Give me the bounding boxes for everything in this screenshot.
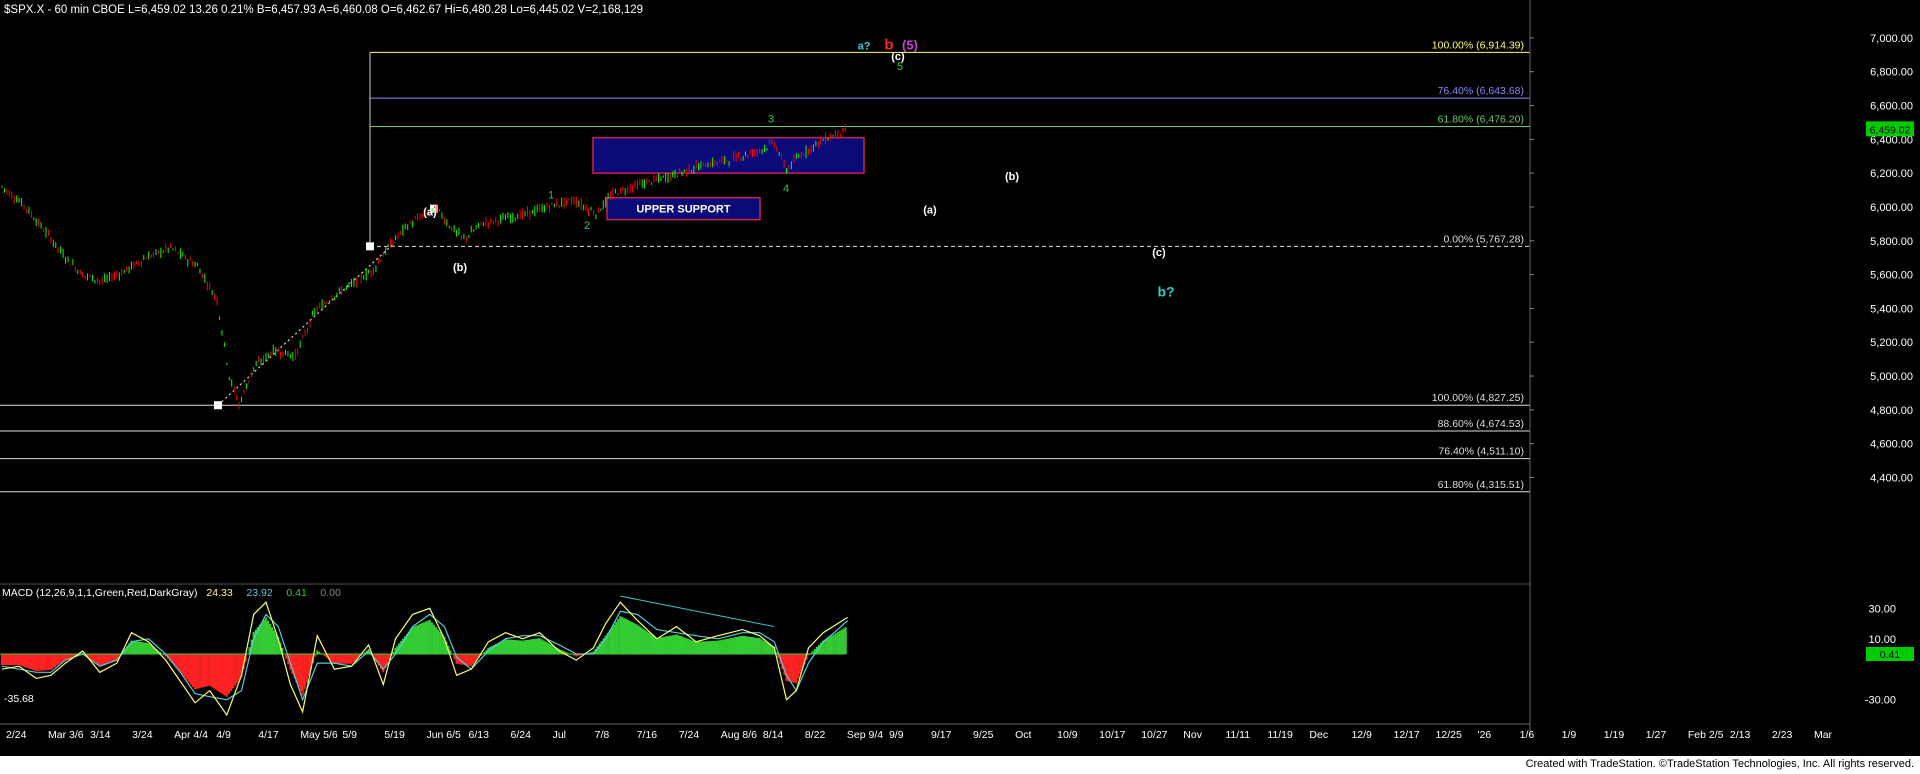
x-tick-label: Sep 9/4 (847, 729, 883, 741)
x-tick-label: 6/24 (511, 729, 532, 741)
macd-legend-item: 0.00 (320, 587, 341, 599)
fib-level-label: 61.80% (4,315.51) (1438, 479, 1524, 491)
x-tick-label: 2/13 (1730, 729, 1751, 741)
x-tick-label: 2/23 (1772, 729, 1793, 741)
wave-label: (a) (923, 205, 937, 217)
fib-level-label: 100.00% (6,914.39) (1432, 39, 1524, 51)
x-tick-label: 12/25 (1436, 729, 1462, 741)
symbol-header: $SPX.X - 60 min CBOE L=6,459.02 13.26 0.… (4, 4, 643, 16)
x-tick-label: 5/19 (384, 729, 405, 741)
x-tick-label: 7/24 (679, 729, 700, 741)
support-zone-box (592, 136, 865, 174)
wave-label: (a) (423, 206, 437, 218)
x-tick-label: 5/9 (342, 729, 357, 741)
x-tick-label: Apr 4/4 (174, 729, 208, 741)
wave-label: b? (1157, 284, 1174, 300)
fib-anchor-marker (366, 242, 374, 251)
x-tick-label: Jul (553, 729, 566, 741)
x-tick-label: 10/17 (1099, 729, 1125, 741)
x-tick-label: Mar (1814, 729, 1833, 741)
x-tick-label: 2/24 (6, 729, 27, 741)
y-tick-label: 4,400.00 (1870, 472, 1913, 484)
x-tick-label: Nov (1183, 729, 1202, 741)
wave-label: (b) (1005, 171, 1019, 183)
x-tick-label: 6/13 (469, 729, 490, 741)
y-tick-label: 6,200.00 (1870, 168, 1913, 180)
x-tick-label: 10/9 (1057, 729, 1078, 741)
x-tick-label: Dec (1309, 729, 1328, 741)
fib-level-label: 76.40% (6,643.68) (1438, 85, 1524, 97)
x-tick-label: 4/9 (216, 729, 231, 741)
x-tick-label: Oct (1015, 729, 1031, 741)
y-tick-label: 4,800.00 (1870, 405, 1913, 417)
footer-bar: Created with TradeStation. ©TradeStation… (0, 756, 1920, 774)
fib-level-label: 88.60% (4,674.53) (1438, 418, 1524, 430)
x-tick-label: 8/22 (805, 729, 826, 741)
x-tick-label: 9/9 (889, 729, 904, 741)
x-tick-label: 9/25 (973, 729, 994, 741)
macd-y-tick-label: 30.00 (1868, 603, 1896, 615)
wave-label: (c) (1152, 247, 1166, 259)
y-tick-label: 5,400.00 (1870, 303, 1913, 315)
x-tick-label: May 5/6 (300, 729, 338, 741)
x-tick-label: Mar 3/6 (48, 729, 84, 741)
last-price-value: 6,459.02 (1870, 124, 1911, 136)
wave-label: 2 (584, 220, 590, 232)
x-tick-label: 10/27 (1141, 729, 1167, 741)
fib-level-label: 0.00% (5,767.28) (1443, 233, 1524, 245)
fib-level-label: 61.80% (6,476.20) (1438, 113, 1524, 125)
macd-y-tick-label: 10.00 (1868, 634, 1896, 646)
y-tick-label: 5,200.00 (1870, 337, 1913, 349)
macd-legend-item: MACD (12,26,9,1,1,Green,Red,DarkGray) (2, 587, 198, 599)
x-tick-label: Jun 6/5 (426, 729, 461, 741)
y-tick-label: 5,600.00 (1870, 270, 1913, 282)
macd-left-value: -35.68 (4, 693, 34, 705)
wave-label: 5 (897, 61, 903, 73)
wave-label: 1 (548, 190, 554, 202)
macd-legend-item: 24.33 (206, 587, 232, 599)
macd-last-value: 0.41 (1880, 649, 1901, 661)
macd-legend-item: 23.92 (246, 587, 272, 599)
footer-credit: Created with TradeStation. ©TradeStation… (1525, 758, 1914, 770)
fib-level-label: 76.40% (4,511.10) (1438, 446, 1524, 458)
wave-label: 3 (768, 113, 774, 125)
x-tick-label: 1/19 (1604, 729, 1625, 741)
x-tick-label: 11/11 (1225, 729, 1250, 741)
x-tick-label: 3/24 (132, 729, 153, 741)
y-tick-label: 6,600.00 (1870, 101, 1913, 113)
x-tick-label: 9/17 (931, 729, 952, 741)
x-tick-label: 11/19 (1267, 729, 1293, 741)
x-tick-label: 1/9 (1562, 729, 1577, 741)
y-tick-label: 7,000.00 (1870, 33, 1913, 45)
y-tick-label: 5,000.00 (1870, 371, 1913, 383)
x-tick-label: 1/6 (1520, 729, 1535, 741)
chart-background (0, 0, 1920, 756)
support-zone-label: UPPER SUPPORT (636, 204, 730, 216)
x-tick-label: 7/16 (637, 729, 658, 741)
x-tick-label: 8/14 (763, 729, 784, 741)
wave-label: 4 (783, 183, 789, 195)
y-tick-label: 4,600.00 (1870, 439, 1913, 451)
x-tick-label: Aug 8/6 (721, 729, 757, 741)
x-tick-label: 7/8 (595, 729, 610, 741)
y-tick-label: 5,800.00 (1870, 236, 1913, 248)
x-tick-label: 3/14 (90, 729, 111, 741)
x-tick-label: 12/9 (1351, 729, 1372, 741)
y-tick-label: 6,800.00 (1870, 67, 1913, 79)
wave-label: a? (858, 41, 871, 53)
x-tick-label: '26 (1478, 729, 1492, 741)
fib-level-label: 100.00% (4,827.25) (1432, 392, 1524, 404)
y-tick-label: 6,000.00 (1870, 202, 1913, 214)
wave-label: (b) (453, 262, 467, 274)
macd-y-tick-label: -30.00 (1865, 695, 1896, 707)
x-tick-label: 1/27 (1646, 729, 1667, 741)
macd-legend-item: 0.41 (286, 587, 307, 599)
x-tick-label: 4/17 (258, 729, 279, 741)
x-tick-label: Feb 2/5 (1688, 729, 1724, 741)
price-chart[interactable]: $SPX.X - 60 min CBOE L=6,459.02 13.26 0.… (0, 0, 1920, 756)
x-tick-label: 12/17 (1394, 729, 1420, 741)
